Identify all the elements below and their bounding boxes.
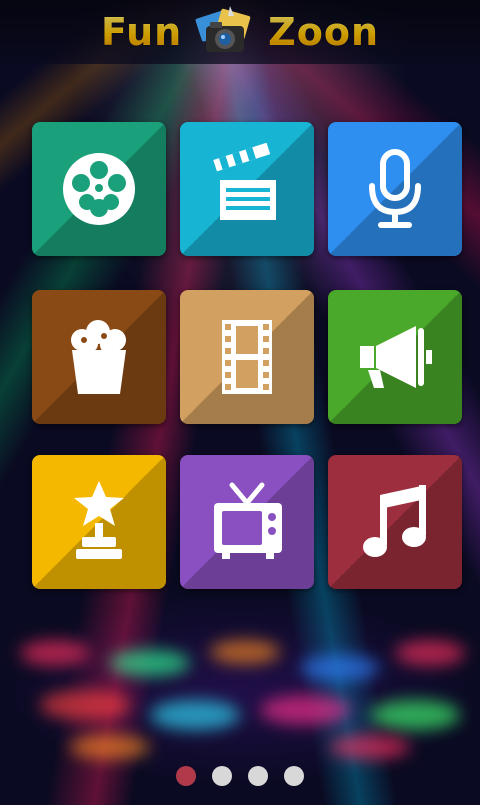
- app-header: Fun Zoon: [0, 0, 480, 64]
- tile-award[interactable]: [32, 455, 166, 589]
- page-indicator: [0, 764, 480, 788]
- tile-megaphone[interactable]: [328, 290, 462, 424]
- title-fun: Fun: [101, 10, 183, 54]
- floor-light: [260, 695, 350, 725]
- camera-photos-icon: [190, 4, 260, 60]
- floor-light: [40, 690, 130, 720]
- microphone-icon: [369, 149, 421, 228]
- floor-light: [395, 640, 465, 666]
- tile-tv[interactable]: [180, 455, 314, 589]
- clapperboard-icon: [213, 142, 276, 220]
- star-trophy-icon: [74, 481, 124, 559]
- page-dot-2[interactable]: [212, 766, 232, 786]
- tile-clapperboard[interactable]: [180, 122, 314, 256]
- floor-light: [20, 640, 90, 666]
- floor-light: [330, 735, 410, 759]
- film-reel-icon: [63, 153, 135, 225]
- floor-light: [110, 650, 190, 676]
- floor-light: [70, 735, 150, 759]
- floor-light: [370, 700, 460, 730]
- floor-light: [300, 655, 380, 681]
- floor-light: [210, 640, 280, 664]
- title-zoon: Zoon: [268, 10, 379, 54]
- floor-light: [150, 700, 240, 730]
- tv-icon: [214, 482, 282, 559]
- tile-music[interactable]: [328, 455, 462, 589]
- tile-popcorn[interactable]: [32, 290, 166, 424]
- popcorn-icon: [71, 320, 126, 394]
- tile-film-reel[interactable]: [32, 122, 166, 256]
- tile-film-strip[interactable]: [180, 290, 314, 424]
- film-strip-icon: [222, 320, 272, 394]
- page-dot-4[interactable]: [284, 766, 304, 786]
- megaphone-icon: [360, 326, 432, 388]
- page-dot-1[interactable]: [176, 766, 196, 786]
- page-dot-3[interactable]: [248, 766, 268, 786]
- tile-microphone[interactable]: [328, 122, 462, 256]
- music-note-icon: [363, 485, 426, 557]
